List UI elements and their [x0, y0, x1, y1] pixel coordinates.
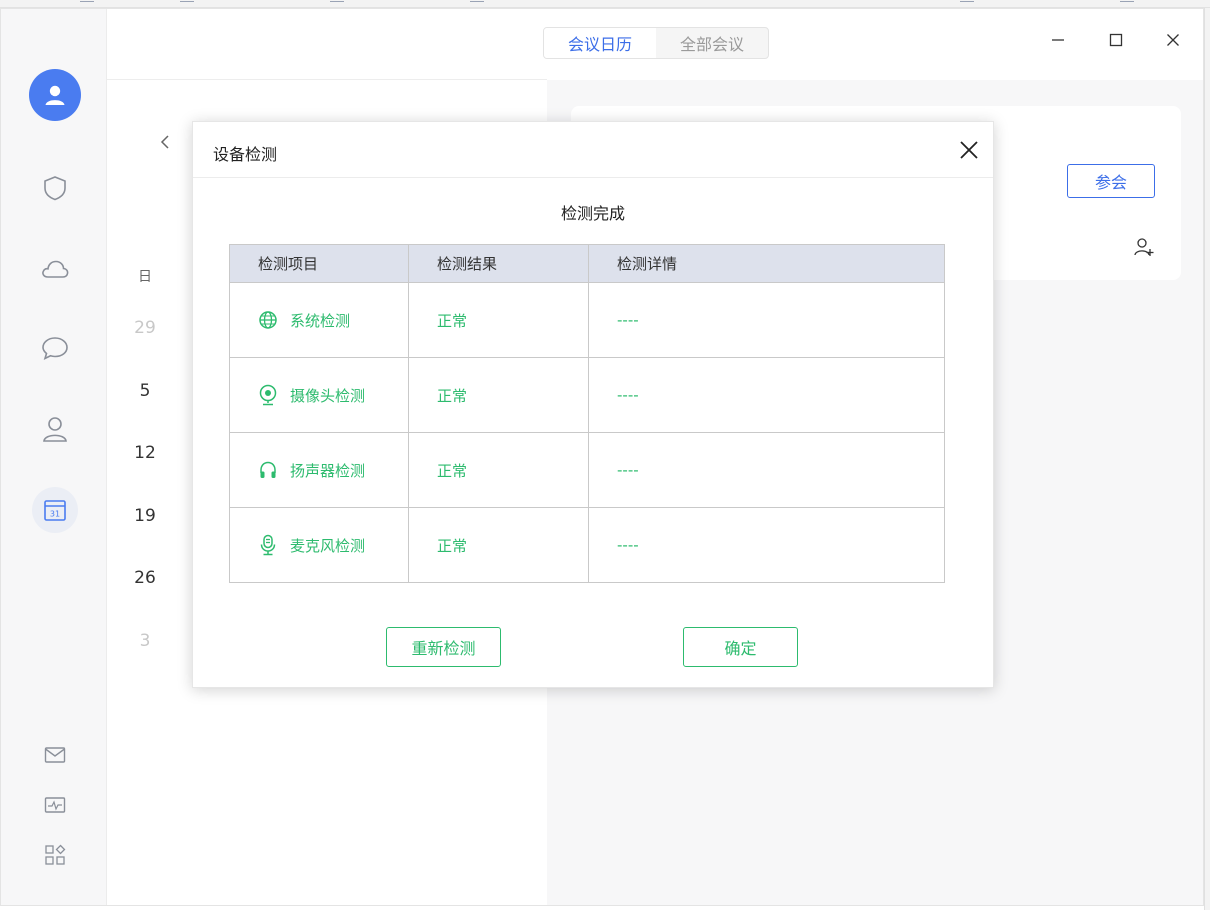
weekday-label: 日: [138, 269, 152, 285]
maximize-button[interactable]: [1101, 25, 1131, 55]
check-item-cell: 麦克风检测: [229, 507, 409, 583]
retest-button[interactable]: 重新检测: [386, 627, 501, 667]
previous-month-button[interactable]: [159, 134, 171, 155]
check-result-cell: 正常: [408, 432, 589, 508]
check-detail-cell: ----: [588, 432, 945, 508]
table-row: 扬声器检测 正常 ----: [229, 432, 945, 508]
mail-icon: [44, 747, 66, 763]
cloud-icon: [42, 260, 69, 278]
calendar-date[interactable]: 12: [125, 443, 165, 463]
user-avatar[interactable]: [29, 69, 81, 121]
host-window-edge: [1204, 8, 1210, 910]
column-header-item: 检测项目: [229, 244, 409, 283]
join-meeting-button[interactable]: 参会: [1067, 164, 1155, 198]
check-status: 检测完成: [560, 204, 625, 223]
dialog-close-button[interactable]: [955, 136, 983, 164]
person-icon: [43, 417, 67, 442]
check-detail-cell: ----: [588, 282, 945, 358]
host-window-strip: [0, 0, 1210, 8]
check-item-label: 麦克风检测: [290, 536, 366, 555]
check-results-table: 检测项目 检测结果 检测详情 系统检测 正常 ---- 摄像头检测 正常 ---…: [229, 244, 945, 583]
check-result-cell: 正常: [408, 282, 589, 358]
headphones-icon: [260, 461, 276, 478]
table-row: 摄像头检测 正常 ----: [229, 357, 945, 433]
calendar-date[interactable]: 26: [125, 568, 165, 588]
add-user-icon: [1134, 238, 1154, 256]
check-detail-cell: ----: [588, 507, 945, 583]
minimize-button[interactable]: [1043, 25, 1073, 55]
tab-all-meetings[interactable]: 全部会议: [656, 28, 768, 58]
chat-icon: [42, 337, 68, 361]
sidebar-item-calendar[interactable]: 31: [32, 487, 78, 533]
monitor-icon: [44, 797, 66, 813]
check-detail-cell: ----: [588, 357, 945, 433]
device-check-dialog: 设备检测 检测完成 检测项目 检测结果 检测详情 系统检测 正常 ---- 摄像…: [192, 121, 994, 688]
sidebar-item-security[interactable]: [37, 170, 73, 206]
microphone-icon: [260, 534, 276, 556]
invite-button[interactable]: [1133, 236, 1155, 258]
chevron-left-icon: [160, 135, 169, 149]
check-item-cell: 摄像头检测: [229, 357, 409, 433]
table-header-row: 检测项目 检测结果 检测详情: [229, 244, 945, 283]
sidebar-item-contacts[interactable]: [37, 411, 73, 447]
dialog-header: 设备检测: [193, 122, 993, 178]
host-mark: [80, 1, 94, 6]
calendar-date[interactable]: 29: [125, 318, 165, 338]
calendar-date[interactable]: 3: [125, 631, 165, 651]
window-close-button[interactable]: [1158, 25, 1188, 55]
minimize-icon: [1052, 39, 1064, 41]
column-header-detail: 检测详情: [588, 244, 945, 283]
check-item-label: 摄像头检测: [290, 386, 366, 405]
view-tabs: 会议日历 全部会议: [543, 27, 769, 59]
close-icon: [960, 141, 978, 159]
check-item-label: 扬声器检测: [290, 461, 366, 480]
table-row: 麦克风检测 正常 ----: [229, 507, 945, 583]
check-result-cell: 正常: [408, 357, 589, 433]
calendar-date[interactable]: 19: [125, 506, 165, 526]
table-row: 系统检测 正常 ----: [229, 282, 945, 358]
sidebar-item-apps[interactable]: [43, 843, 67, 867]
svg-text:31: 31: [50, 510, 60, 519]
tab-meeting-calendar[interactable]: 会议日历: [544, 28, 656, 58]
check-item-label: 系统检测: [290, 311, 351, 330]
confirm-button[interactable]: 确定: [683, 627, 798, 667]
host-mark: [1120, 1, 1134, 6]
sidebar-item-mail[interactable]: [43, 743, 67, 767]
host-mark: [470, 1, 484, 6]
maximize-icon: [1109, 33, 1123, 47]
column-header-result: 检测结果: [408, 244, 589, 283]
sidebar: 31: [1, 9, 107, 905]
sidebar-item-chat[interactable]: [37, 330, 73, 366]
shield-icon: [44, 176, 66, 201]
host-mark: [960, 1, 974, 6]
sidebar-item-cloud[interactable]: [37, 251, 73, 287]
calendar-icon: 31: [44, 500, 66, 521]
dialog-title: 设备检测: [213, 145, 278, 164]
sidebar-item-monitor[interactable]: [43, 793, 67, 817]
globe-icon: [259, 311, 277, 329]
host-mark: [330, 1, 344, 6]
webcam-icon: [259, 384, 277, 406]
apps-grid-icon: [45, 844, 66, 865]
check-item-cell: 扬声器检测: [229, 432, 409, 508]
user-icon: [45, 85, 65, 105]
calendar-date[interactable]: 5: [125, 381, 165, 401]
check-item-cell: 系统检测: [229, 282, 409, 358]
check-result-cell: 正常: [408, 507, 589, 583]
host-mark: [180, 1, 194, 6]
close-icon: [1167, 34, 1179, 46]
